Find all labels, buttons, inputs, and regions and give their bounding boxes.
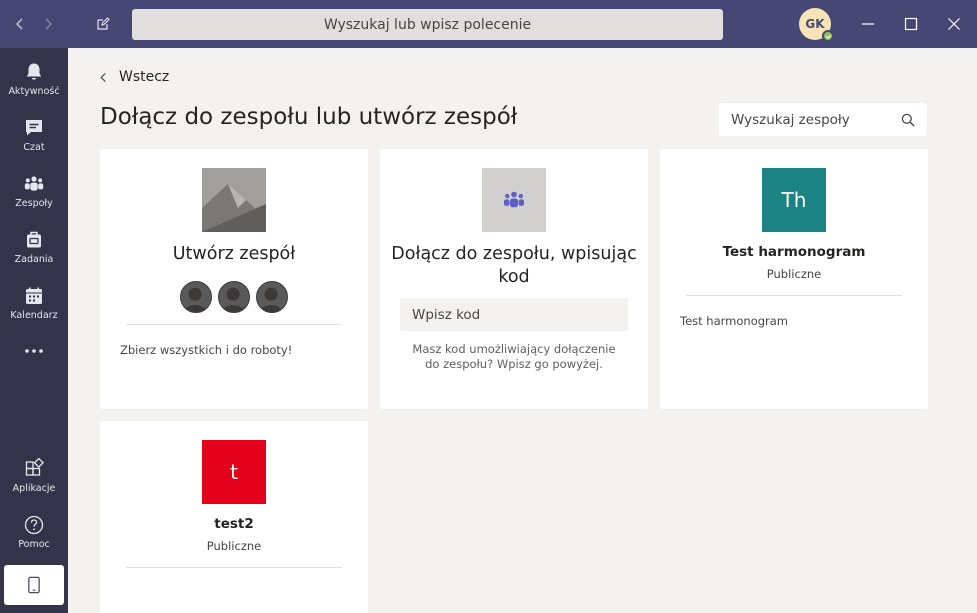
rail-label: Aktywność xyxy=(8,86,60,97)
chat-icon xyxy=(26,120,42,136)
command-search-input[interactable]: Wyszukaj lub wpisz polecenie xyxy=(132,9,723,40)
maximize-button[interactable] xyxy=(899,12,923,36)
team-name: Test harmonogram xyxy=(722,244,866,260)
mobile-app-button[interactable] xyxy=(4,565,64,605)
team-visibility: Publiczne xyxy=(206,539,262,553)
chevron-right-icon xyxy=(45,18,52,30)
person-avatar-icon xyxy=(218,281,250,313)
team-avatar: t xyxy=(202,440,266,504)
team-code-input[interactable]: Wpisz kod xyxy=(400,298,628,331)
rail-item-apps[interactable]: Aplikacje xyxy=(0,450,68,506)
person-avatar-icon xyxy=(256,281,288,313)
teams-icon xyxy=(24,176,44,191)
create-team-description: Zbierz wszystkich i do roboty! xyxy=(120,343,293,357)
minimize-icon xyxy=(862,23,874,25)
apps-icon xyxy=(25,458,44,476)
mobile-phone-icon xyxy=(28,576,40,594)
join-team-title-line2: kod xyxy=(498,267,530,287)
card-divider xyxy=(126,567,342,568)
rail-item-teams[interactable]: Zespoły xyxy=(0,165,68,221)
create-team-card[interactable]: Utwórz zespół Zbierz wszystkich i do rob… xyxy=(100,149,368,409)
rail-label: Czat xyxy=(23,142,45,153)
new-chat-button[interactable] xyxy=(91,10,115,38)
back-arrow-button[interactable] xyxy=(8,10,32,38)
chevron-left-icon xyxy=(100,72,106,82)
rail-label: Pomoc xyxy=(18,539,50,550)
join-team-description: Masz kod umożliwiający dołączenie do zes… xyxy=(412,342,616,371)
team-visibility: Publiczne xyxy=(766,267,822,281)
rail-label: Kalendarz xyxy=(10,310,58,321)
app-bar: Aktywność Czat Zespoły Zadania Kalendarz… xyxy=(0,48,68,613)
help-icon xyxy=(24,515,44,535)
close-button[interactable] xyxy=(942,12,966,36)
team-initials: Th xyxy=(781,188,807,212)
more-icon xyxy=(25,349,43,353)
team-search-input[interactable]: Wyszukaj zespoły xyxy=(719,103,927,136)
card-divider xyxy=(126,324,342,325)
back-button[interactable]: Wstecz xyxy=(98,66,169,88)
page-title: Dołącz do zespołu lub utwórz zespół xyxy=(100,104,518,130)
rail-item-calendar[interactable]: Kalendarz xyxy=(0,277,68,333)
team-description: Test harmonogram xyxy=(680,314,789,328)
rail-label: Zespoły xyxy=(15,198,53,209)
calendar-icon xyxy=(26,287,42,304)
team-avatar: Th xyxy=(762,168,826,232)
maximize-icon xyxy=(904,17,918,31)
rail-item-help[interactable]: Pomoc xyxy=(0,506,68,562)
forward-arrow-button[interactable] xyxy=(36,10,60,38)
member-avatars xyxy=(100,281,368,313)
team-search-placeholder: Wyszukaj zespoły xyxy=(731,111,850,128)
chevron-left-icon xyxy=(16,18,23,30)
presence-available-icon xyxy=(822,30,834,42)
title-bar: Wyszukaj lub wpisz polecenie GK xyxy=(0,0,977,48)
more-apps-button[interactable] xyxy=(0,335,68,391)
avatar[interactable]: GK xyxy=(799,8,834,42)
close-icon xyxy=(948,18,960,30)
rail-label: Zadania xyxy=(14,254,54,265)
search-icon xyxy=(901,113,915,126)
avatar-initials: GK xyxy=(805,17,825,31)
bell-icon xyxy=(26,63,42,80)
tasks-icon xyxy=(27,231,41,248)
minimize-button[interactable] xyxy=(856,12,880,36)
person-avatar-icon xyxy=(180,281,212,313)
create-team-title: Utwórz zespół xyxy=(172,244,296,264)
join-team-title-line1: Dołącz do zespołu, wpisując xyxy=(391,244,637,264)
team-initials: t xyxy=(230,460,238,484)
image-placeholder-icon xyxy=(202,168,266,232)
rail-item-chat[interactable]: Czat xyxy=(0,109,68,165)
team-card[interactable]: t test2 Publiczne xyxy=(100,421,368,613)
join-with-code-card: Dołącz do zespołu, wpisując kod Wpisz ko… xyxy=(380,149,648,409)
team-card[interactable]: Th Test harmonogram Publiczne Test harmo… xyxy=(660,149,928,409)
team-name: test2 xyxy=(214,516,254,532)
compose-icon xyxy=(97,17,110,30)
card-divider xyxy=(686,295,902,296)
rail-item-tasks[interactable]: Zadania xyxy=(0,221,68,277)
join-team-image xyxy=(482,168,546,232)
back-label: Wstecz xyxy=(119,69,170,85)
rail-item-activity[interactable]: Aktywność xyxy=(0,53,68,109)
create-team-image xyxy=(202,168,266,232)
teams-icon xyxy=(503,191,525,208)
rail-label: Aplikacje xyxy=(12,483,56,494)
